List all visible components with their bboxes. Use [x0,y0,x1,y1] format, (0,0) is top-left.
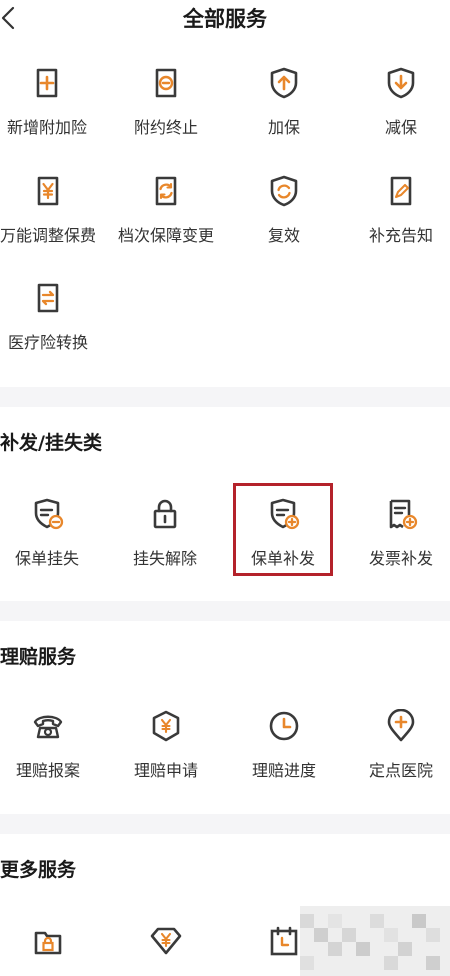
service-label: 理赔报案 [15,761,80,780]
invoice-plus-icon [389,499,418,530]
policy-change-section: 新增附加险 附约终止 加保 减保 万能调整保费 档次保障变更 复效 补充告知 医… [0,40,450,387]
minus-doc-icon [149,66,183,100]
service-claim-application[interactable]: 理赔申请 [110,709,222,809]
service-medical-conversion[interactable]: 医疗险转换 [0,281,104,381]
watermark-mosaic [300,906,450,976]
top-bar: 全部服务 [0,0,450,40]
plus-doc-icon [30,66,64,100]
highlight-box [233,483,333,576]
service-label: 加保 [267,118,300,137]
service-designated-hospital[interactable]: 定点医院 [345,709,450,809]
page-title: 全部服务 [183,7,267,31]
service-cancel-loss-report[interactable]: 挂失解除 [109,497,221,597]
service-label: 万能调整保费 [0,226,96,245]
service-policy-report-loss[interactable]: 保单挂失 [0,497,103,597]
service-label: 定点医院 [368,761,433,780]
service-tier-change[interactable]: 档次保障变更 [110,174,222,274]
service-label: 档次保障变更 [117,226,214,245]
yen-diamond-icon [150,927,182,955]
section-divider [0,814,450,834]
section-title: 更多服务 [0,859,77,881]
service-label: 挂失解除 [132,549,197,568]
policy-minus-icon [34,498,64,530]
service-label: 发票补发 [368,549,433,568]
service-label: 保单挂失 [14,549,79,568]
service-label: 复效 [267,226,300,245]
section-title: 补发/挂失类 [0,432,102,454]
yen-shield-icon [152,710,180,742]
shield-down-icon [384,66,418,100]
service-label: 补充告知 [368,226,433,245]
phone-icon [33,715,63,739]
section-divider [0,387,450,407]
service-more-2[interactable] [110,924,222,976]
service-reinstatement[interactable]: 复效 [228,174,340,274]
service-claim-progress[interactable]: 理赔进度 [228,709,340,809]
service-label: 附约终止 [133,118,198,137]
service-label: 医疗险转换 [7,333,88,352]
cycle-doc-icon [149,174,183,208]
service-label: 理赔申请 [133,761,198,780]
service-increase-coverage[interactable]: 加保 [228,66,340,166]
service-more-1[interactable] [0,924,104,976]
service-claim-report[interactable]: 理赔报案 [0,709,104,809]
location-plus-icon [387,709,415,742]
calendar-icon [270,926,298,956]
service-label: 新增附加险 [6,118,87,137]
shield-refresh-icon [267,174,301,208]
yen-doc-icon [31,174,65,208]
service-label: 减保 [384,118,417,137]
swap-doc-icon [31,281,65,315]
shield-up-icon [267,66,301,100]
service-invoice-reissue[interactable]: 发票补发 [345,497,450,597]
service-add-rider[interactable]: 新增附加险 [0,66,103,166]
claims-section: 理赔服务 理赔报案 理赔申请 理赔进度 定点医院 [0,621,450,814]
service-supplementary-disclosure[interactable]: 补充告知 [345,174,450,274]
service-universal-premium[interactable]: 万能调整保费 [0,174,104,274]
clock-icon [269,711,299,741]
folder-lock-icon [34,931,62,955]
service-rider-termination[interactable]: 附约终止 [110,66,222,166]
pen-doc-icon [384,174,418,208]
section-divider [0,601,450,621]
service-reduce-coverage[interactable]: 减保 [345,66,450,166]
reissue-section: 补发/挂失类 保单挂失 挂失解除 保单补发 发票补发 [0,407,450,601]
service-label: 理赔进度 [251,761,316,780]
section-title: 理赔服务 [0,646,77,668]
unlock-icon [153,499,177,529]
